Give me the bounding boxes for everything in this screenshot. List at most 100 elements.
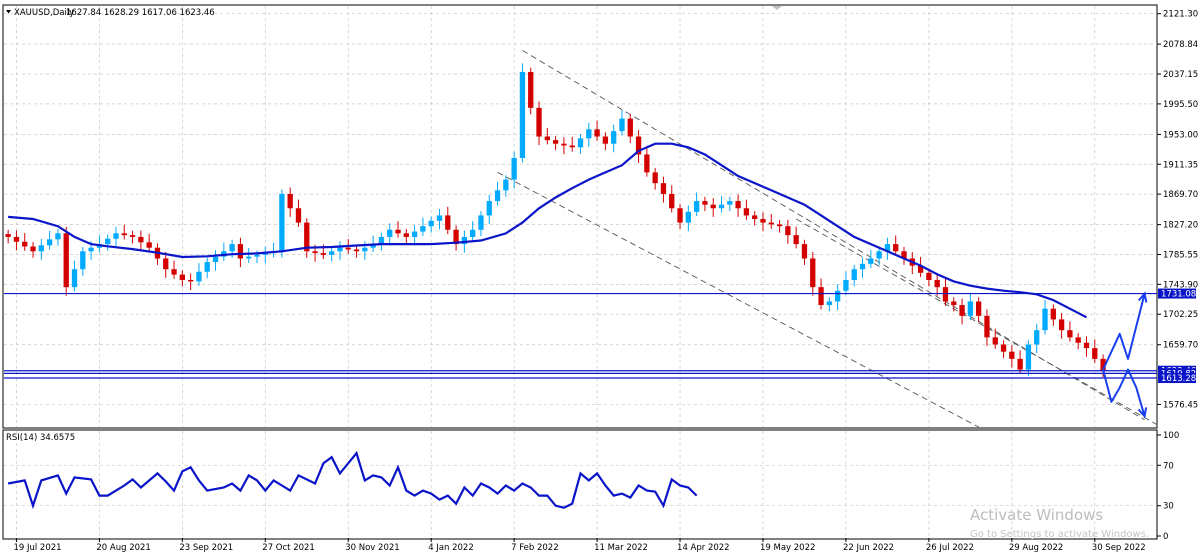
candle-body — [1000, 344, 1007, 352]
candle-body — [893, 244, 899, 252]
time-axis: 19 Jul 2021 20 Aug 2021 23 Sep 2021 27 Oct … — [13, 538, 1146, 553]
candle-body — [295, 208, 302, 223]
candle-body — [71, 269, 78, 288]
candle-body — [926, 272, 932, 280]
candle-body — [337, 247, 343, 252]
x-tick-label: 30 Sep 2022 — [1092, 543, 1146, 553]
candle-body — [403, 233, 409, 237]
candle-body — [735, 201, 741, 209]
candle-body — [644, 154, 650, 173]
channel-line — [795, 218, 1162, 428]
candle-body — [768, 222, 774, 225]
candle-body — [345, 247, 351, 250]
candle-body — [677, 208, 683, 223]
x-tick-label: 22 Jun 2022 — [843, 543, 894, 553]
candle-body — [718, 204, 725, 209]
candle-body — [594, 129, 600, 137]
rsi-axis: 100 70 30 0 — [1157, 431, 1179, 542]
candle-body — [528, 71, 534, 108]
candle-body — [851, 269, 857, 280]
candle-body — [138, 236, 144, 243]
candle-body — [685, 211, 691, 223]
candle-body — [279, 193, 285, 252]
candle-body — [46, 239, 53, 246]
price-tag-label: 1613.28 — [1161, 374, 1196, 384]
y-tick-label: 2078.84 — [1163, 40, 1198, 50]
candle-body — [934, 279, 940, 288]
candle-body — [163, 258, 169, 270]
candle-body — [1042, 308, 1048, 331]
candle-body — [959, 305, 965, 316]
x-tick-label: 29 Aug 2022 — [1009, 543, 1063, 553]
grid-lines — [4, 6, 1157, 538]
candle-body — [552, 140, 559, 144]
candle-body — [942, 287, 949, 302]
candle-body — [843, 279, 849, 291]
scenario-down-path — [1102, 368, 1146, 417]
candle-body — [544, 136, 550, 141]
candle-body — [1017, 358, 1023, 370]
y-tick-label: 2037.15 — [1163, 70, 1198, 80]
candle-body — [320, 253, 327, 255]
candle-body — [984, 315, 990, 338]
candle-body — [1092, 348, 1098, 359]
y-tick-label: 1576.45 — [1163, 400, 1198, 410]
candle-body — [702, 201, 708, 205]
moving-average-line — [8, 142, 1088, 319]
candle-body — [1058, 319, 1065, 331]
candle-body — [586, 129, 592, 139]
candle-body — [826, 301, 833, 306]
candle-body — [785, 226, 791, 236]
candle-body — [1034, 330, 1040, 345]
candle-body — [752, 215, 758, 220]
candle-body — [478, 215, 484, 230]
candle-body — [229, 244, 235, 252]
candle-body — [146, 242, 152, 248]
x-tick-label: 19 Jul 2021 — [13, 543, 61, 553]
candle-body — [1067, 330, 1073, 338]
price-tag-label: 1731.08 — [1161, 290, 1196, 300]
candle-body — [967, 301, 974, 316]
y-tick-label: 1785.55 — [1163, 250, 1198, 260]
candle-body — [113, 233, 119, 239]
candle-body — [776, 224, 783, 227]
candle-body — [420, 226, 426, 232]
candle-body — [38, 245, 44, 252]
y-tick-label: 1995.50 — [1163, 100, 1198, 110]
scroll-handle-icon[interactable] — [772, 6, 782, 10]
candle-body — [80, 251, 86, 270]
candle-body — [436, 215, 443, 221]
rsi-label: RSI(14) 34.6575 — [6, 433, 75, 443]
candle-body — [254, 254, 260, 257]
price-chart-svg[interactable]: XAUUSD,Daily 1627.84 1628.29 1617.06 162… — [0, 0, 1200, 556]
candle-body — [727, 201, 733, 205]
candle-body — [5, 234, 11, 237]
y-tick-label: 2121.30 — [1163, 10, 1198, 20]
candle-body — [1025, 344, 1032, 370]
y-tick-label: 1743.90 — [1163, 280, 1198, 290]
watermark-title: Activate Windows — [970, 506, 1103, 524]
candle-body — [1083, 342, 1090, 349]
chevron-down-icon[interactable] — [6, 10, 11, 14]
candle-body — [121, 233, 127, 236]
candle-body — [660, 183, 667, 194]
candle-body — [204, 262, 210, 272]
candle-body — [494, 190, 501, 202]
candle-body — [470, 229, 476, 237]
chart-window[interactable]: XAUUSD,Daily 1627.84 1628.29 1617.06 162… — [0, 0, 1200, 556]
candle-body — [1075, 337, 1081, 343]
price-candles — [5, 63, 1106, 378]
candle-body — [619, 118, 625, 132]
candle-body — [834, 290, 841, 302]
candle-body — [611, 131, 617, 144]
candle-body — [511, 158, 517, 180]
candle-body — [760, 219, 766, 223]
candle-body — [428, 220, 434, 227]
candle-body — [187, 279, 194, 282]
y-tick-label: 1953.00 — [1163, 130, 1198, 140]
candle-body — [818, 287, 824, 306]
candle-body — [30, 246, 36, 252]
candle-body — [196, 271, 202, 282]
candle-body — [801, 244, 808, 259]
candle-body — [237, 244, 244, 259]
